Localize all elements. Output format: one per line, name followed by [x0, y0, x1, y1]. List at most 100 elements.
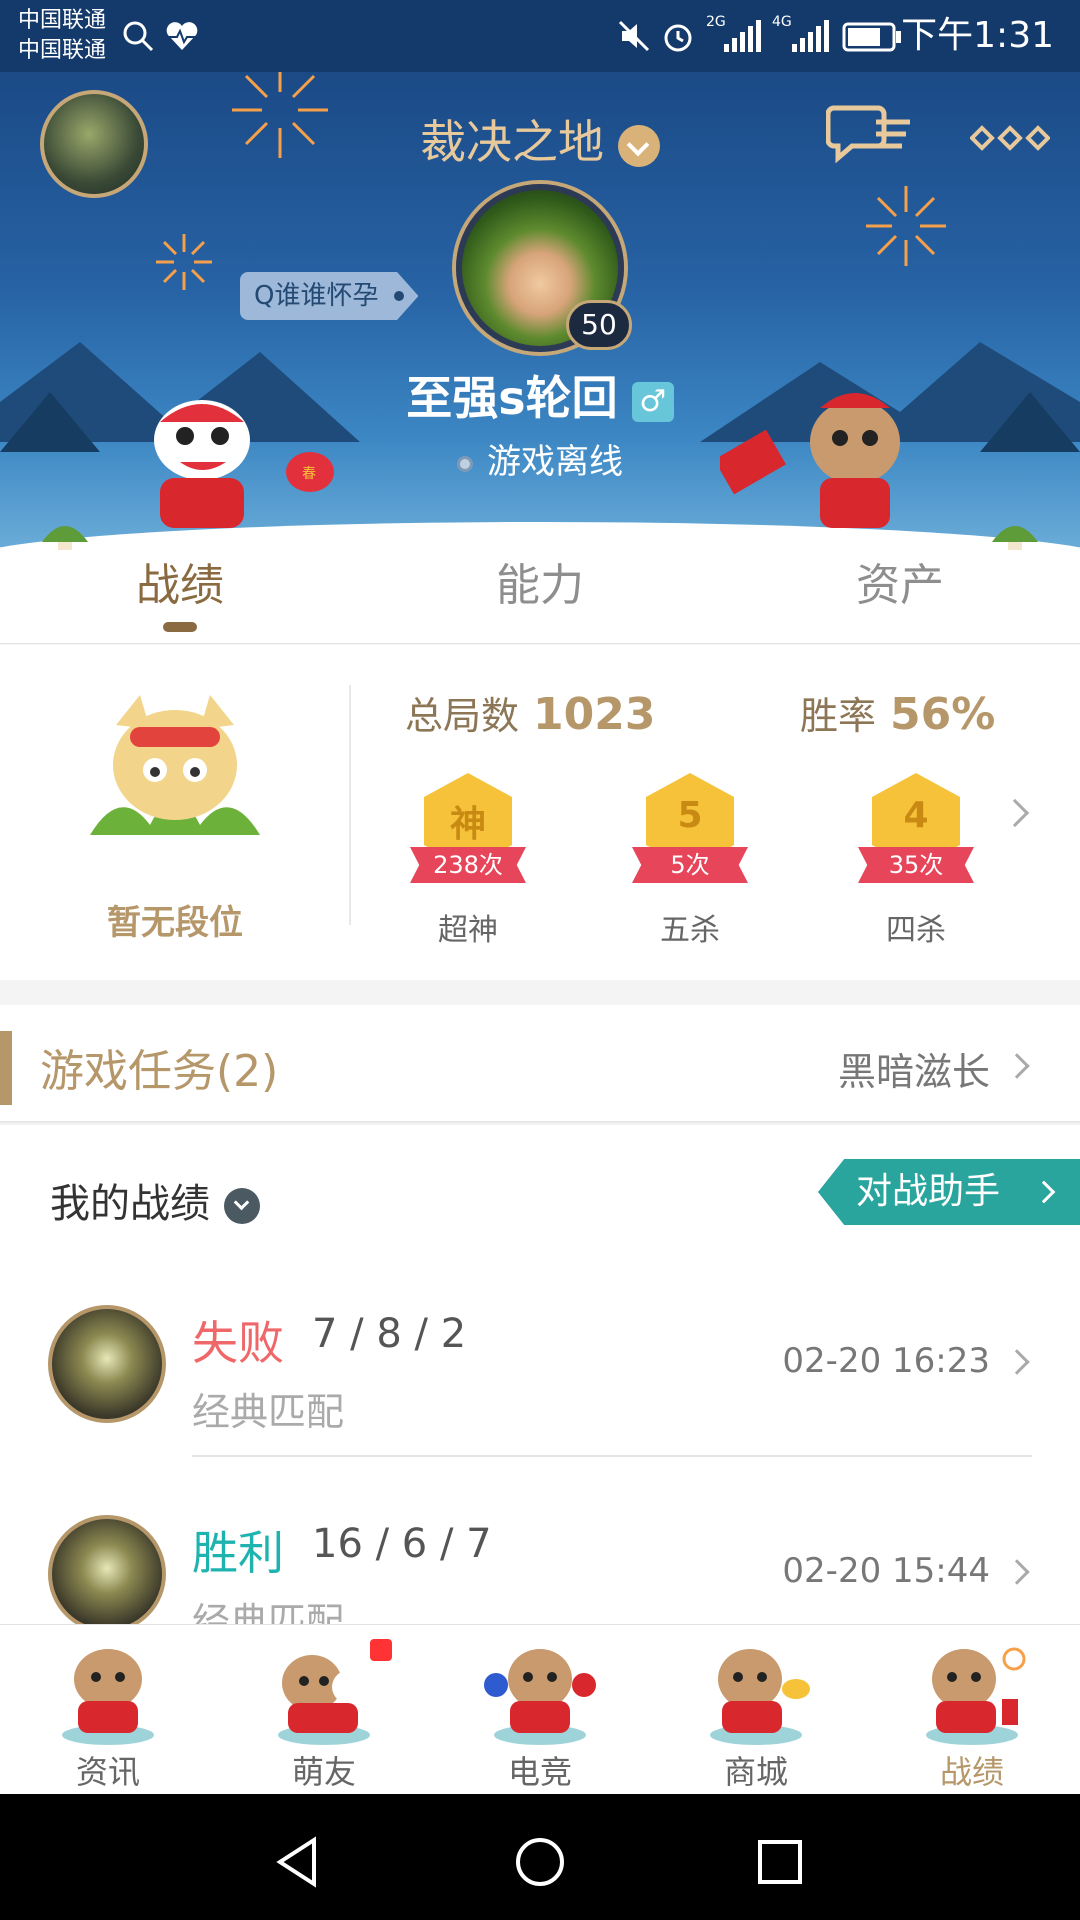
badge-symbol: 神 [449, 804, 486, 845]
total-games-label: 总局数 [405, 694, 520, 738]
match-result: 胜利 [192, 1526, 284, 1580]
home-icon[interactable] [510, 1832, 570, 1892]
more-options-icon[interactable] [970, 118, 1050, 158]
match-mode: 经典匹配 [192, 1390, 345, 1434]
badge-symbol: 4 [903, 795, 929, 836]
total-games-value: 1023 [533, 689, 656, 740]
badge-label: 四杀 [886, 913, 946, 948]
win-rate-label: 胜率 [800, 694, 877, 738]
chevron-down-icon [224, 1188, 260, 1224]
network-type-2: 4G [772, 14, 792, 30]
chat-list-icon[interactable] [826, 102, 916, 172]
legendary-badge[interactable]: 神 238次 [398, 763, 538, 913]
nav-esports[interactable]: 电竞 [432, 1625, 648, 1795]
pug-mascot-icon [720, 393, 900, 528]
game-tasks-row[interactable]: 游戏任务(2) 黑暗滋长 [0, 1005, 1080, 1123]
divider [349, 685, 351, 925]
level-badge: 50 [566, 300, 632, 350]
heart-rate-icon [166, 22, 198, 50]
tab-label: 能力 [496, 560, 584, 611]
pug-friends-icon [278, 1655, 372, 1745]
chevron-right-icon [1004, 1053, 1030, 1079]
nav-label: 萌友 [291, 1753, 356, 1791]
rank-label: 暂无段位 [107, 903, 243, 943]
badge-label: 五杀 [660, 913, 720, 948]
status-time: 下午1:31 [901, 15, 1054, 56]
pug-records-icon [926, 1647, 1026, 1745]
nav-shop[interactable]: 商城 [648, 1625, 864, 1795]
nav-friends[interactable]: 萌友 [216, 1625, 432, 1795]
match-kda: 7 / 8 / 2 [312, 1311, 467, 1357]
nav-label: 商城 [723, 1753, 788, 1791]
pug-esports-icon [484, 1649, 596, 1745]
battle-assistant-button[interactable]: 对战助手 [818, 1159, 1080, 1225]
hero-avatar [48, 1305, 166, 1423]
penta-kill-badge[interactable]: 5 5次 [620, 763, 760, 913]
tab-label: 战绩 [136, 560, 224, 611]
active-tab-indicator [163, 622, 197, 632]
match-time: 02-20 15:44 [782, 1551, 990, 1591]
badge-symbol: 5 [677, 795, 703, 836]
signal-icon-2 [792, 20, 829, 52]
assist-label: 对战助手 [856, 1171, 1001, 1212]
back-icon[interactable] [270, 1832, 330, 1892]
system-navigation-bar [0, 1794, 1080, 1920]
tab-assets[interactable]: 资产 [720, 550, 1080, 644]
hero-avatar [48, 1515, 166, 1625]
carrier-1: 中国联通 [18, 8, 107, 33]
records-title: 我的战绩 [50, 1181, 210, 1227]
section-accent-bar [0, 1031, 12, 1105]
match-row[interactable]: 失败 7 / 8 / 2 经典匹配 02-20 16:23 [0, 1305, 1080, 1505]
status-bar: 中国联通 中国联通 2G 4G 下午1:31 [0, 0, 1080, 72]
nav-news[interactable]: 资讯 [0, 1625, 216, 1795]
quadra-kill-badge[interactable]: 4 35次 [846, 763, 986, 913]
badge-label: 超神 [438, 913, 498, 948]
match-row[interactable]: 胜利 16 / 6 / 7 经典匹配 02-20 15:44 [0, 1515, 1080, 1625]
teemo-rank-icon [90, 695, 260, 835]
nav-label: 战绩 [939, 1753, 1004, 1791]
search-icon [123, 21, 154, 52]
chevron-right-icon [1004, 1559, 1030, 1585]
divider [192, 1455, 1032, 1457]
match-result: 失败 [192, 1316, 284, 1370]
server-selector[interactable]: 裁决之地 [0, 106, 1080, 172]
match-mode: 经典匹配 [192, 1600, 345, 1625]
profile-tag[interactable]: Q谁谁怀孕 [240, 272, 419, 320]
profile-tabs: 战绩 能力 资产 [0, 550, 1080, 644]
signal-icon-1 [724, 20, 761, 52]
chevron-right-icon[interactable] [1000, 798, 1030, 828]
win-rate: 胜率 56% [800, 685, 995, 740]
chevron-right-icon [1032, 1180, 1056, 1204]
records-filter[interactable]: 我的战绩 [50, 1171, 260, 1229]
nav-label: 资讯 [75, 1753, 140, 1791]
pug-news-icon [62, 1649, 154, 1745]
nickname-text: 至强s轮回 [406, 371, 618, 425]
recents-icon[interactable] [750, 1832, 810, 1892]
tasks-current: 黑暗滋长 [837, 1050, 990, 1094]
badge-count: 5次 [632, 847, 748, 883]
status-dot-icon [457, 455, 473, 472]
bottom-navigation: 资讯 萌友 电竞 商城 战绩 [0, 1624, 1080, 1794]
status-text: 游戏离线 [487, 442, 623, 482]
carrier-2: 中国联通 [18, 38, 107, 63]
match-records: 我的战绩 对战助手 失败 7 / 8 / 2 经典匹配 02-20 16:23 … [0, 1125, 1080, 1625]
mute-icon [618, 20, 650, 52]
chevron-right-icon [1004, 1349, 1030, 1375]
carrier-info: 中国联通 中国联通 [18, 6, 106, 66]
match-kda: 16 / 6 / 7 [312, 1521, 492, 1567]
tasks-title: 游戏任务(2) [40, 1046, 279, 1097]
lantern-icon: 春 [286, 452, 334, 492]
server-name: 裁决之地 [420, 115, 604, 169]
badge-count: 238次 [410, 847, 526, 883]
svg-text:春: 春 [302, 466, 316, 482]
alarm-icon [664, 24, 692, 52]
profile-header: 裁决之地 Q谁谁怀孕 50 至强s轮回 ♂ 游戏离线 春 [0, 72, 1080, 560]
pug-shop-icon [710, 1649, 810, 1745]
battery-icon [842, 22, 901, 52]
lion-dance-mascot-icon [154, 400, 250, 528]
nav-records[interactable]: 战绩 [864, 1625, 1080, 1795]
tab-ability[interactable]: 能力 [360, 550, 720, 644]
nav-label: 电竞 [507, 1753, 572, 1791]
chevron-down-icon[interactable] [618, 124, 660, 167]
total-games: 总局数 1023 [405, 685, 655, 740]
